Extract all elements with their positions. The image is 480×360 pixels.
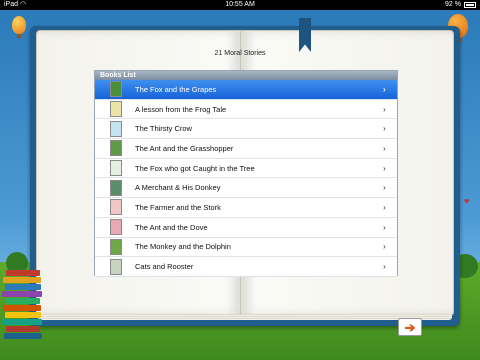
book-title: Cats and Rooster	[135, 262, 194, 272]
stacked-book	[6, 298, 40, 304]
status-bar: iPad ◠ 10:55 AM 92 %	[0, 0, 480, 10]
book-cover-thumbnail	[110, 238, 122, 255]
book-list-item[interactable]: The Ant and the Dove ›	[95, 217, 397, 238]
book-cover-thumbnail	[110, 199, 122, 216]
book-cover-thumbnail	[110, 101, 122, 118]
stacked-book	[6, 270, 40, 276]
stacked-book	[4, 333, 42, 339]
book-list-item[interactable]: The Thirsty Crow ›	[95, 119, 397, 140]
book-cover-thumbnail	[110, 219, 122, 236]
page-edges	[38, 314, 452, 320]
book-cover-thumbnail	[110, 160, 122, 177]
book-list-item[interactable]: The Monkey and the Dolphin ›	[95, 237, 397, 258]
battery-status: 92 %	[445, 0, 476, 10]
book-cover-thumbnail	[110, 140, 122, 157]
book-list-item[interactable]: The Fox and the Grapes ›	[95, 80, 397, 100]
book-title: The Ant and the Dove	[135, 222, 208, 232]
chevron-right-icon: ›	[383, 262, 386, 272]
chevron-right-icon: ›	[383, 84, 386, 94]
books-list-header: Books List	[95, 71, 397, 80]
chevron-right-icon: ›	[383, 163, 386, 173]
book-title: The Fox and the Grapes	[135, 84, 217, 94]
battery-icon	[464, 2, 476, 8]
book-list-item[interactable]: A Merchant & His Donkey ›	[95, 178, 397, 199]
book-cover-thumbnail	[110, 179, 122, 196]
chevron-right-icon: ›	[383, 143, 386, 153]
next-page-button[interactable]: ➔	[398, 318, 422, 336]
chevron-right-icon: ›	[383, 183, 386, 193]
heart-balloon-icon: ♥	[464, 196, 470, 206]
stacked-book	[5, 312, 41, 318]
book-list-item[interactable]: The Ant and the Grasshopper ›	[95, 139, 397, 159]
books-list-rows: The Fox and the Grapes › A lesson from the…	[95, 80, 397, 277]
stacked-book	[3, 305, 41, 311]
stacked-book	[5, 284, 41, 290]
chevron-right-icon: ›	[383, 222, 386, 232]
stacked-book	[3, 277, 41, 283]
book-cover-thumbnail	[110, 258, 122, 275]
book-title: A lesson from the Frog Tale	[135, 104, 227, 114]
stacked-book	[2, 319, 42, 325]
book-title: The Farmer and the Stork	[135, 202, 221, 212]
chevron-right-icon: ›	[383, 104, 386, 114]
stacked-book	[6, 326, 40, 332]
book-cover-thumbnail	[110, 81, 122, 98]
book-list-item[interactable]: A lesson from the Frog Tale ›	[95, 99, 397, 120]
book-title: The Thirsty Crow	[135, 124, 192, 134]
book-title: The Fox who got Caught in the Tree	[135, 163, 255, 173]
book-list-item[interactable]: The Fox who got Caught in the Tree ›	[95, 158, 397, 179]
books-list: Books List The Fox and the Grapes › A less…	[94, 70, 398, 277]
chevron-right-icon: ›	[383, 242, 386, 252]
book-cover-thumbnail	[110, 120, 122, 137]
page-title: 21 Moral Stories	[214, 50, 266, 57]
book-list-item[interactable]: The Farmer and the Stork ›	[95, 198, 397, 218]
hot-air-balloon-icon	[12, 16, 26, 38]
battery-percent: 92 %	[445, 1, 461, 8]
stacked-book	[2, 291, 42, 297]
book-title: The Ant and the Grasshopper	[135, 143, 234, 153]
status-time: 10:55 AM	[225, 1, 255, 8]
book-title: A Merchant & His Donkey	[135, 183, 221, 193]
book-list-item[interactable]: Cats and Rooster ›	[95, 257, 397, 277]
book-title: The Monkey and the Dolphin	[135, 242, 231, 252]
chevron-right-icon: ›	[383, 202, 386, 212]
chevron-right-icon: ›	[383, 124, 386, 134]
book-stack-decoration	[0, 264, 46, 344]
next-page-arrow-icon: ➔	[404, 319, 416, 335]
